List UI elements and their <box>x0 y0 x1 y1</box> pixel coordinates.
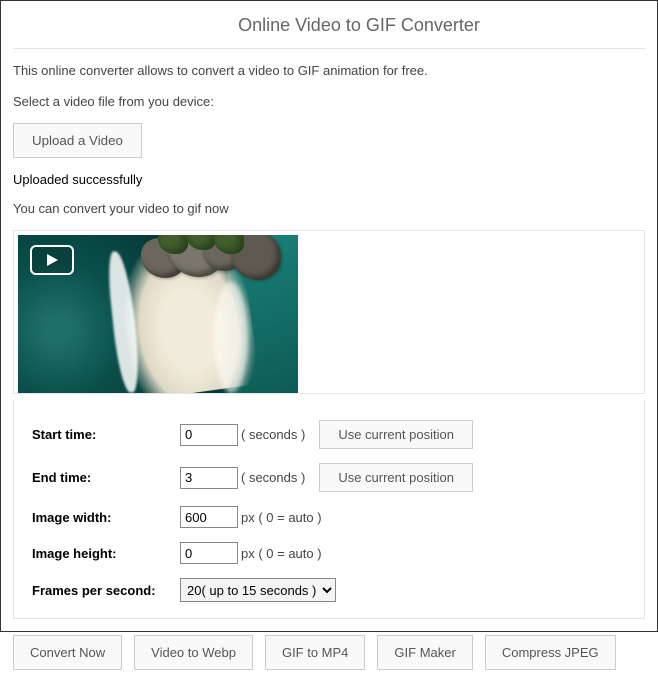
play-icon[interactable] <box>30 245 74 275</box>
start-time-input[interactable] <box>180 424 238 446</box>
select-file-label: Select a video file from you device: <box>13 94 645 109</box>
image-width-unit: px ( 0 = auto ) <box>241 510 322 525</box>
gif-maker-button[interactable]: GIF Maker <box>377 635 472 670</box>
end-time-row: End time: ( seconds ) Use current positi… <box>32 463 626 492</box>
image-width-row: Image width: px ( 0 = auto ) <box>32 506 626 528</box>
divider <box>13 48 645 49</box>
end-time-input[interactable] <box>180 467 238 489</box>
upload-status: Uploaded successfully <box>13 172 645 187</box>
compress-jpeg-button[interactable]: Compress JPEG <box>485 635 616 670</box>
start-use-position-button[interactable]: Use current position <box>319 420 473 449</box>
image-width-label: Image width: <box>32 510 180 525</box>
start-time-unit: ( seconds ) <box>241 427 305 442</box>
action-bar: Convert Now Video to Webp GIF to MP4 GIF… <box>13 635 645 670</box>
fps-row: Frames per second: 20( up to 15 seconds … <box>32 578 626 602</box>
end-time-unit: ( seconds ) <box>241 470 305 485</box>
convert-now-button[interactable]: Convert Now <box>13 635 122 670</box>
image-height-input[interactable] <box>180 542 238 564</box>
fps-label: Frames per second: <box>32 583 180 598</box>
end-use-position-button[interactable]: Use current position <box>319 463 473 492</box>
upload-video-button[interactable]: Upload a Video <box>13 123 142 158</box>
image-height-label: Image height: <box>32 546 180 561</box>
gif-to-mp4-button[interactable]: GIF to MP4 <box>265 635 365 670</box>
image-width-input[interactable] <box>180 506 238 528</box>
end-time-label: End time: <box>32 470 180 485</box>
video-preview-container <box>13 230 645 394</box>
fps-select[interactable]: 20( up to 15 seconds ) <box>180 578 336 602</box>
start-time-row: Start time: ( seconds ) Use current posi… <box>32 420 626 449</box>
description-text: This online converter allows to convert … <box>13 63 645 78</box>
page-title: Online Video to GIF Converter <box>13 15 645 36</box>
video-to-webp-button[interactable]: Video to Webp <box>134 635 253 670</box>
image-height-row: Image height: px ( 0 = auto ) <box>32 542 626 564</box>
convert-hint: You can convert your video to gif now <box>13 201 645 216</box>
video-thumbnail[interactable] <box>18 235 298 393</box>
settings-panel: Start time: ( seconds ) Use current posi… <box>13 400 645 619</box>
image-height-unit: px ( 0 = auto ) <box>241 546 322 561</box>
start-time-label: Start time: <box>32 427 180 442</box>
